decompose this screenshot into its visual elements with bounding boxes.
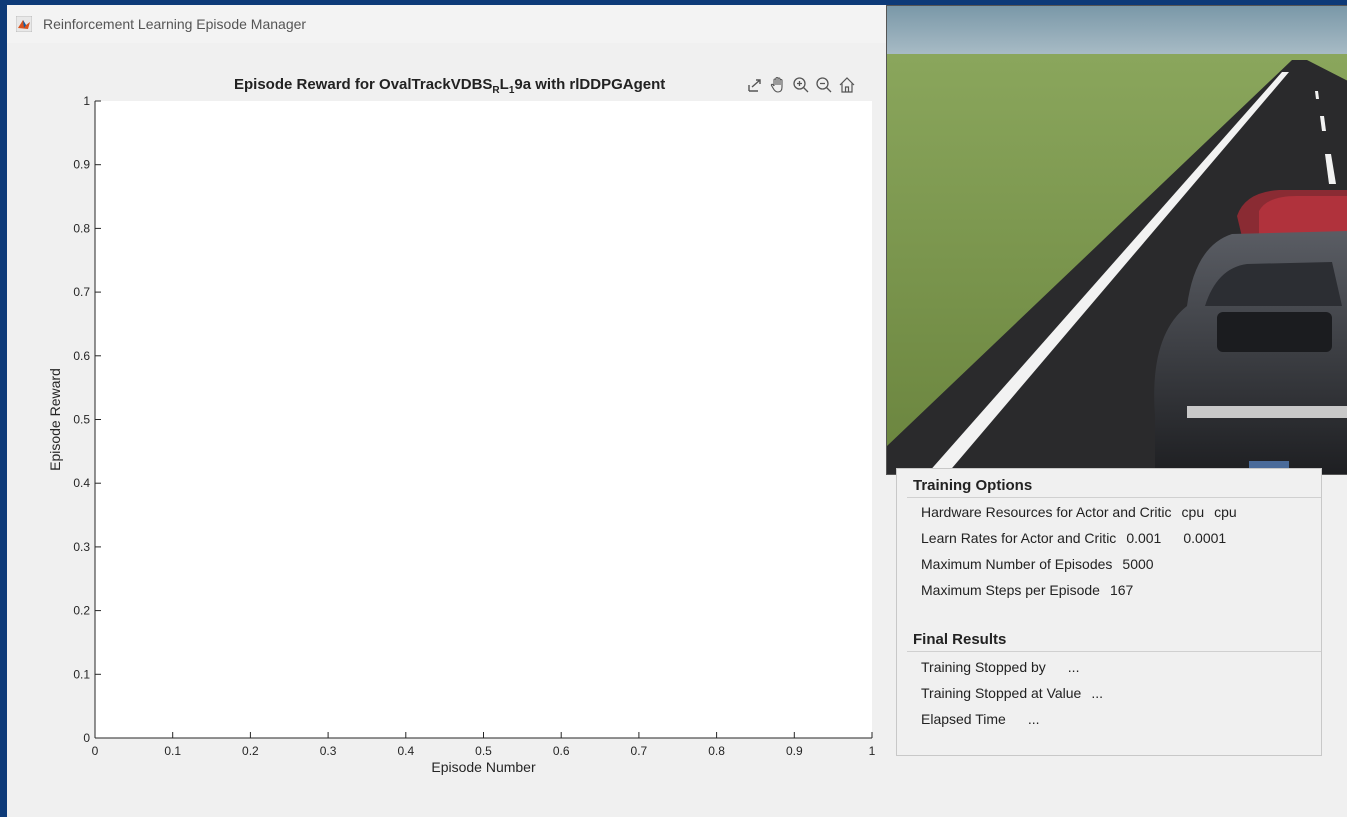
zoom-out-icon — [815, 76, 831, 92]
plot-title-subscript-r: R — [492, 85, 500, 96]
export-button[interactable] — [745, 75, 764, 94]
stopped-by-value: ... — [1067, 659, 1080, 675]
plot-title: Episode Reward for OvalTrackVDBSRL19a wi… — [234, 76, 665, 96]
pan-button[interactable] — [768, 75, 787, 94]
x-tick-label: 0 — [92, 744, 99, 758]
max-steps-label: Maximum Steps per Episode — [921, 582, 1100, 598]
y-tick-label: 0.8 — [73, 221, 90, 235]
plot-title-mid: L — [499, 76, 509, 93]
episode-manager-window: Reinforcement Learning Episode Manager 0… — [7, 5, 1347, 817]
max-steps-value: 167 — [1109, 582, 1134, 598]
x-tick-label: 0.9 — [786, 744, 803, 758]
elapsed-time-value: ... — [1027, 711, 1040, 727]
plot-title-main: Episode Reward for OvalTrackVDBS — [234, 76, 493, 93]
reward-chart[interactable]: 0 0.1 0.2 0.3 0.4 0.5 0.6 0.7 0.8 0.9 1 0 0.1 0.2 0.3 0… — [7, 43, 887, 813]
pan-hand-icon — [770, 76, 783, 93]
stopped-by-row: Training Stopped by... — [921, 659, 1079, 675]
x-tick-label: 0.2 — [242, 744, 259, 758]
hardware-resources-label: Hardware Resources for Actor and Critic — [921, 504, 1172, 520]
y-axis-label: Episode Reward — [47, 368, 63, 471]
x-tick-label: 0.8 — [708, 744, 725, 758]
plot-background — [95, 101, 872, 738]
hardware-resources-row: Hardware Resources for Actor and Critic c… — [921, 504, 1237, 520]
home-icon — [839, 76, 854, 93]
x-tick-label: 0.5 — [475, 744, 492, 758]
max-episodes-row: Maximum Number of Episodes 5000 — [921, 556, 1154, 572]
critic-hardware-value: cpu — [1214, 504, 1237, 520]
elapsed-time-row: Elapsed Time... — [921, 711, 1040, 727]
critic-learn-rate-value: 0.0001 — [1183, 530, 1227, 546]
stopped-by-label: Training Stopped by — [921, 659, 1046, 675]
y-tick-label: 0.7 — [73, 285, 90, 299]
y-tick-label: 0.3 — [73, 540, 90, 554]
export-icon — [747, 78, 761, 92]
learn-rates-row: Learn Rates for Actor and Critic 0.001 0.0… — [921, 530, 1226, 546]
y-tick-label: 0 — [83, 731, 90, 745]
axes-toolbar — [745, 75, 856, 94]
y-tick-label: 0.4 — [73, 476, 90, 490]
x-axis-label: Episode Number — [431, 759, 536, 775]
max-episodes-label: Maximum Number of Episodes — [921, 556, 1113, 572]
training-info-panel: Training Options Hardware Resources for … — [896, 468, 1322, 756]
y-tick-label: 0.6 — [73, 349, 90, 363]
section-divider — [907, 651, 1321, 652]
elapsed-time-label: Elapsed Time — [921, 711, 1006, 727]
window-title: Reinforcement Learning Episode Manager — [43, 16, 307, 32]
x-tick-label: 0.3 — [320, 744, 337, 758]
matlab-app-icon — [16, 16, 32, 32]
actor-hardware-value: cpu — [1181, 504, 1205, 520]
stopped-value-row: Training Stopped at Value... — [921, 685, 1103, 701]
road-scene-image — [887, 6, 1347, 474]
x-tick-label: 0.1 — [164, 744, 181, 758]
simulation-video-view — [886, 5, 1347, 475]
y-tick-label: 1 — [83, 94, 90, 108]
reward-plot-area: 0 0.1 0.2 0.3 0.4 0.5 0.6 0.7 0.8 0.9 1 0 0.1 0.2 0.3 0… — [7, 43, 887, 813]
x-tick-label: 1 — [869, 744, 876, 758]
zoom-in-button[interactable] — [791, 75, 810, 94]
zoom-out-button[interactable] — [814, 75, 833, 94]
training-options-heading: Training Options — [913, 477, 1033, 494]
stopped-value-label: Training Stopped at Value — [921, 685, 1082, 701]
x-tick-label: 0.6 — [553, 744, 570, 758]
y-tick-label: 0.5 — [73, 413, 90, 427]
plot-title-end: 9a with rlDDPGAgent — [514, 76, 666, 93]
y-tick-label: 0.1 — [73, 667, 90, 681]
y-tick-label: 0.9 — [73, 158, 90, 172]
max-steps-row: Maximum Steps per Episode 167 — [921, 582, 1133, 598]
x-tick-label: 0.4 — [397, 744, 414, 758]
stopped-value-value: ... — [1091, 685, 1104, 701]
section-divider — [907, 497, 1321, 498]
final-results-heading: Final Results — [913, 631, 1007, 648]
home-button[interactable] — [837, 75, 856, 94]
actor-learn-rate-value: 0.001 — [1126, 530, 1162, 546]
max-episodes-value: 5000 — [1122, 556, 1154, 572]
learn-rates-label: Learn Rates for Actor and Critic — [921, 530, 1117, 546]
y-tick-label: 0.2 — [73, 604, 90, 618]
zoom-in-icon — [792, 76, 808, 92]
x-tick-label: 0.7 — [631, 744, 648, 758]
